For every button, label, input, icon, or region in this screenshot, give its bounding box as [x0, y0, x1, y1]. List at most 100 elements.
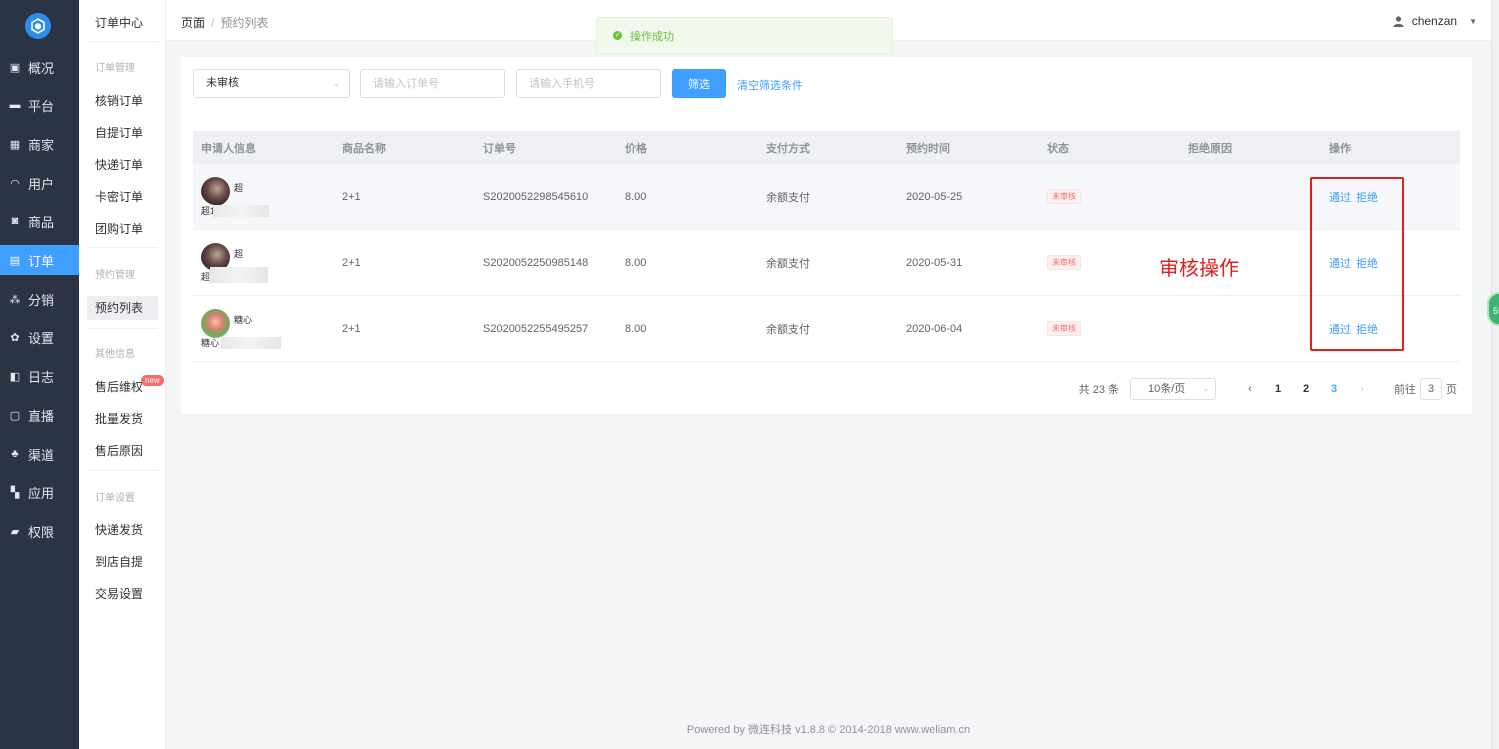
- redacted-mask: [210, 266, 268, 283]
- sidebar-item-order[interactable]: ▤ 订单: [0, 245, 79, 275]
- avatar: [201, 176, 230, 206]
- subnav-item-group-order[interactable]: 团购订单: [87, 217, 158, 241]
- goto-label: 前往: [1394, 384, 1416, 396]
- order-icon: ▤: [9, 254, 21, 267]
- page-button-3[interactable]: 3: [1320, 383, 1348, 395]
- status-badge: 未审核: [1047, 321, 1081, 336]
- page-size-select[interactable]: 10条/页 ⌄: [1130, 378, 1216, 400]
- subnav-item-express-ship[interactable]: 快递发货: [87, 518, 158, 542]
- sidebar-item-goods[interactable]: ◙ 商品: [0, 206, 79, 236]
- sidebar-item-log[interactable]: ◧ 日志: [0, 361, 79, 391]
- subnav-item-batch-ship[interactable]: 批量发货: [87, 407, 158, 431]
- order-no-cell: S2020052255495257: [483, 322, 589, 335]
- applicant-phone: 糖心: [201, 337, 220, 348]
- check-icon: ✓: [613, 31, 622, 40]
- divider: [87, 41, 158, 42]
- next-page-button[interactable]: ›: [1348, 383, 1376, 395]
- applicant-cell: 超 超: [193, 242, 334, 283]
- status-badge: 未审核: [1047, 255, 1081, 270]
- product-cell: 2+1: [342, 256, 361, 269]
- status-select-value: 未审核: [206, 77, 239, 89]
- column-header: 预约时间: [906, 142, 950, 155]
- footer-copyright: Powered by 微连科技 v1.8.8 © 2014-2018 www.w…: [686, 724, 971, 736]
- applicant-cell: 超 超1: [193, 176, 334, 217]
- sidebar-item-overview[interactable]: ▣ 概况: [0, 52, 79, 82]
- user-menu[interactable]: chenzan ▼: [1393, 14, 1477, 28]
- monitor-icon: ▣: [9, 61, 21, 74]
- table-row: 超 超1 2+1 S2020052298545610 8.00 余额支付 202…: [193, 164, 1460, 230]
- annotation-highlight-box: [1310, 177, 1404, 351]
- column-header: 价格: [625, 142, 647, 155]
- subnav-item-booking-list[interactable]: 预约列表: [87, 296, 158, 320]
- clear-filters-link[interactable]: 清空筛选条件: [737, 77, 803, 93]
- pay-method-cell: 余额支付: [766, 191, 810, 204]
- sidebar-item-settings[interactable]: ✿ 设置: [0, 322, 79, 352]
- subnav-group-order-settings: 订单设置: [95, 493, 135, 504]
- order-no-cell: S2020052250985148: [483, 256, 589, 269]
- subnav-item-after-sale-reason[interactable]: 售后原因: [87, 439, 158, 463]
- main-sidebar: ▣ 概况 ▬ 平台 ▦ 商家 ◠ 用户 ◙ 商品 ▤ 订单 ⁂ 分销 ✿ 设置 ◧ 日志 ▢ 直播 …: [0, 0, 79, 749]
- divider: [87, 470, 158, 471]
- goods-icon: ◙: [11, 215, 19, 227]
- app-logo-icon[interactable]: [25, 13, 51, 39]
- caret-down-icon: ▼: [1469, 16, 1477, 26]
- pay-method-cell: 余额支付: [766, 323, 810, 336]
- prev-page-button[interactable]: ‹: [1236, 383, 1264, 395]
- sidebar-item-distribution[interactable]: ⁂ 分销: [0, 284, 79, 314]
- toast-message: 操作成功: [630, 30, 674, 43]
- booking-list-card: 未审核 ⌄ 筛选 清空筛选条件 申请人信息 商品名称 订单号 价格 支付方式 预…: [181, 57, 1472, 414]
- sidebar-item-platform[interactable]: ▬ 平台: [0, 90, 79, 120]
- sidebar-item-user[interactable]: ◠ 用户: [0, 168, 79, 198]
- username: chenzan: [1411, 14, 1458, 28]
- subnav-item-store-pickup[interactable]: 到店自提: [87, 550, 158, 574]
- gear-icon: ✿: [10, 331, 20, 344]
- page-button-2[interactable]: 2: [1292, 383, 1320, 395]
- subnav-item-verify-order[interactable]: 核销订单: [87, 89, 158, 113]
- applicant-nickname: 超: [234, 182, 244, 193]
- price-cell: 8.00: [625, 190, 647, 203]
- floating-chat-button[interactable]: 55: [1487, 292, 1499, 326]
- subnav-group-other: 其他信息: [95, 349, 135, 360]
- divider: [87, 247, 158, 248]
- pagination-total: 共 23 条: [1078, 384, 1119, 396]
- applicant-nickname: 超: [234, 248, 244, 259]
- status-cell: 未审核: [1039, 321, 1180, 336]
- page-size-value: 10条/页: [1148, 383, 1186, 395]
- table-row: 超 超 2+1 S2020052250985148 8.00 余额支付 2020…: [193, 230, 1460, 296]
- applicant-phone: 超: [201, 271, 211, 282]
- booking-time-cell: 2020-06-04: [906, 322, 963, 335]
- page-button-1[interactable]: 1: [1264, 383, 1292, 395]
- pay-method-cell: 余额支付: [766, 257, 810, 270]
- booking-time-cell: 2020-05-31: [906, 256, 963, 269]
- subnav-item-pickup-order[interactable]: 自提订单: [87, 121, 158, 145]
- goto-page-input[interactable]: 3: [1420, 378, 1442, 400]
- status-select[interactable]: 未审核 ⌄: [193, 69, 350, 98]
- page-scrollbar[interactable]: [1491, 0, 1499, 749]
- breadcrumb-root[interactable]: 页面: [181, 16, 205, 30]
- live-icon: ▢: [9, 409, 21, 422]
- product-cell: 2+1: [342, 190, 361, 203]
- sidebar-item-apps[interactable]: ▚ 应用: [0, 477, 79, 507]
- chevron-down-icon: ⌄: [1202, 384, 1209, 393]
- sidebar-item-merchant[interactable]: ▦ 商家: [0, 129, 79, 159]
- filter-button[interactable]: 筛选: [672, 69, 726, 98]
- sidebar-item-permission[interactable]: ▰ 权限: [0, 516, 79, 546]
- sidebar-item-channel[interactable]: ♣ 渠道: [0, 439, 79, 469]
- breadcrumb-current: 预约列表: [220, 16, 269, 30]
- table-header: 申请人信息 商品名称 订单号 价格 支付方式 预约时间 状态 拒绝原因 操作: [193, 131, 1460, 164]
- channel-icon: ♣: [11, 448, 19, 460]
- column-header: 操作: [1329, 142, 1351, 155]
- price-cell: 8.00: [625, 256, 647, 269]
- subnav-title: 订单中心: [95, 16, 144, 30]
- phone-input[interactable]: [516, 69, 661, 98]
- order-no-input[interactable]: [360, 69, 505, 98]
- subnav-item-card-order[interactable]: 卡密订单: [87, 185, 158, 209]
- subnav-item-express-order[interactable]: 快递订单: [87, 153, 158, 177]
- goto-page: 前往 3 页: [1394, 378, 1457, 400]
- status-cell: 未审核: [1039, 189, 1180, 204]
- subnav-item-trade-settings[interactable]: 交易设置: [87, 582, 158, 606]
- booking-time-cell: 2020-05-25: [906, 190, 963, 203]
- user-icon: [1393, 15, 1404, 27]
- column-header: 申请人信息: [201, 142, 256, 155]
- sidebar-item-live[interactable]: ▢ 直播: [0, 400, 79, 430]
